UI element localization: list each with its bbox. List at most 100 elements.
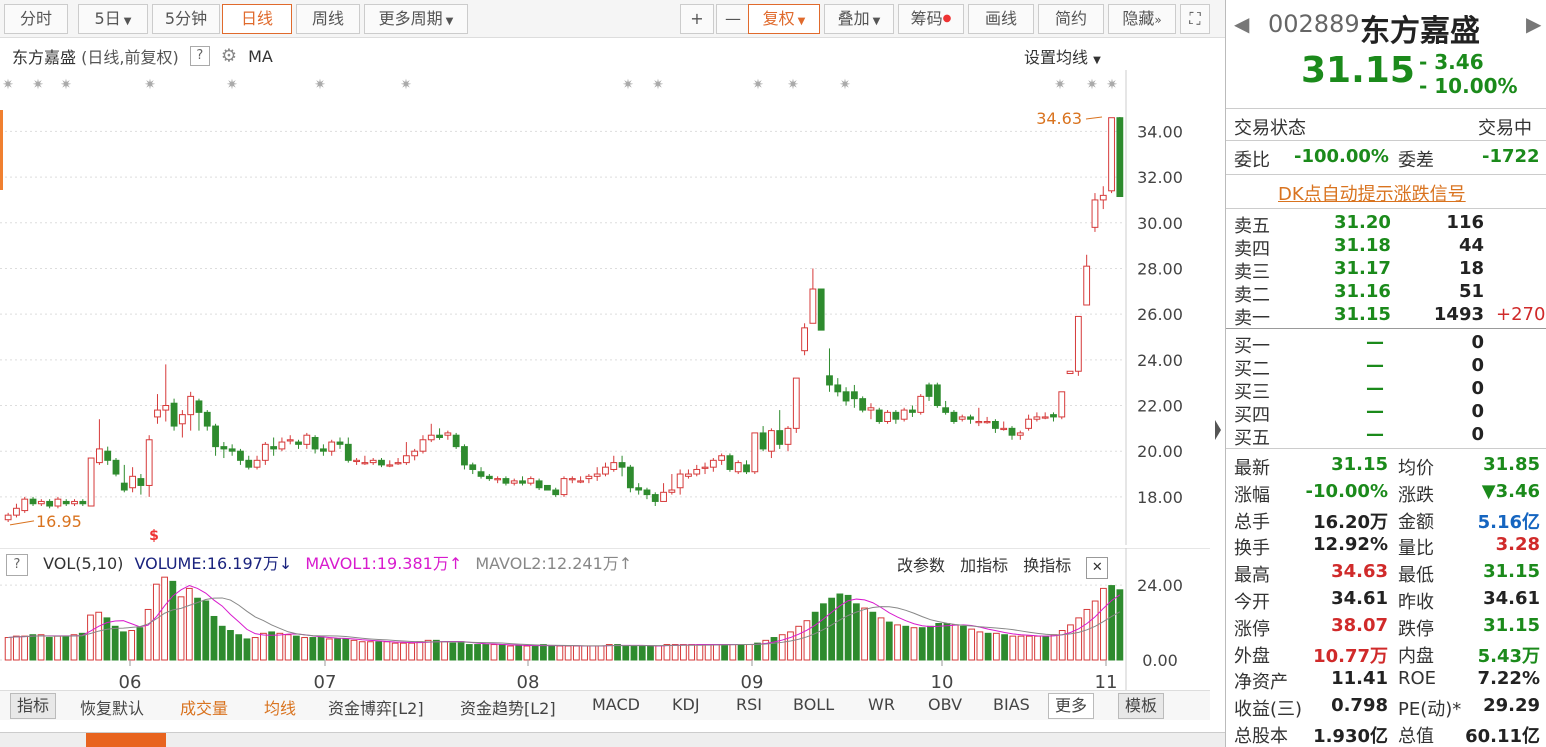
- stat-value: 38.07: [1331, 614, 1388, 636]
- y-tick-label: 34.00: [1137, 122, 1183, 141]
- volume-bar: [1025, 635, 1033, 661]
- overlay-button[interactable]: 叠加 ▼: [824, 4, 894, 34]
- volume-bar: [260, 632, 267, 661]
- volume-bar: [894, 624, 901, 661]
- zoom-in-button[interactable]: +: [680, 4, 714, 34]
- volume-bar: [622, 645, 630, 661]
- candle: [884, 410, 891, 424]
- candle: [104, 446, 112, 465]
- candle: [801, 323, 808, 356]
- candle: [552, 487, 560, 497]
- bottom-tab-active[interactable]: [86, 733, 166, 747]
- help-icon[interactable]: ?: [189, 46, 210, 66]
- period-more[interactable]: 更多周期 ▼: [364, 4, 468, 34]
- ind-more[interactable]: 更多: [1048, 693, 1095, 719]
- volume-bar: [927, 625, 934, 661]
- candle: [344, 437, 352, 463]
- volume-bar: [70, 634, 78, 661]
- candle: [560, 476, 568, 497]
- ind-boll[interactable]: BOLL: [793, 695, 834, 714]
- candlestick-chart[interactable]: 34.00 32.00 30.00 28.00 26.00 24.00 22.00 20.00…: [0, 70, 1210, 545]
- ind-macd[interactable]: MACD: [592, 695, 640, 714]
- candle: [494, 476, 502, 484]
- ind-bias[interactable]: BIAS: [993, 695, 1030, 714]
- volume-bar: [29, 634, 37, 661]
- draw-button[interactable]: 画线: [968, 4, 1034, 34]
- volume-bar: [325, 638, 333, 661]
- ind-restore-default[interactable]: 恢复默认: [80, 695, 144, 719]
- ind-rsi[interactable]: RSI: [736, 695, 762, 714]
- volume-bar: [284, 634, 292, 661]
- ask-volume: 44: [1458, 235, 1484, 256]
- volume-bar: [169, 580, 177, 661]
- stat-label: 换手: [1234, 538, 1270, 560]
- candle: [958, 414, 966, 422]
- volume-bar: [984, 632, 992, 661]
- adjust-button[interactable]: 复权 ▼: [748, 4, 820, 34]
- prev-stock-icon[interactable]: ◀: [1234, 12, 1249, 36]
- period-weekly[interactable]: 周线: [296, 4, 360, 34]
- candle: [320, 444, 327, 456]
- volume-bar: [581, 645, 588, 661]
- period-5min[interactable]: 5分钟: [152, 4, 220, 34]
- volume-bar: [564, 645, 572, 661]
- volume-bar: [680, 644, 687, 661]
- volume-bar: [490, 644, 498, 661]
- ind-wr[interactable]: WR: [868, 695, 895, 714]
- volume-bar: [836, 593, 844, 661]
- event-marker-icon: ✷: [60, 77, 72, 93]
- edit-params-button[interactable]: 改参数: [897, 556, 945, 575]
- event-marker-icon: ✷: [1054, 77, 1066, 93]
- ask-change: +270: [1496, 304, 1546, 325]
- ind-obv[interactable]: OBV: [928, 695, 962, 714]
- chips-button[interactable]: 筹码●: [898, 4, 964, 34]
- bid-label: 买五: [1234, 428, 1270, 449]
- volume-bar: [342, 638, 350, 661]
- gear-icon[interactable]: ⚙: [221, 46, 237, 67]
- volume-bar: [1001, 634, 1008, 661]
- candle: [875, 407, 883, 424]
- next-stock-icon[interactable]: ▶: [1526, 12, 1541, 36]
- x-tick-label: 06: [119, 672, 142, 690]
- candle: [693, 464, 701, 477]
- stat-label: 今开: [1234, 592, 1270, 613]
- candle: [743, 460, 750, 475]
- fullscreen-icon[interactable]: ⛶: [1180, 4, 1210, 34]
- simple-button[interactable]: 简约: [1038, 4, 1104, 34]
- dk-signal-link[interactable]: DK点自动提示涨跌信号: [1278, 180, 1466, 206]
- ask-price: 31.15: [1334, 304, 1391, 325]
- volume-bar: [235, 634, 243, 661]
- switch-indicator-button[interactable]: 换指标: [1023, 556, 1071, 575]
- trade-status-label: 交易状态: [1234, 118, 1306, 139]
- period-daily[interactable]: 日线: [222, 4, 292, 34]
- period-5day[interactable]: 5日 ▼: [78, 4, 148, 34]
- hide-button[interactable]: 隐藏»: [1108, 4, 1176, 34]
- stat-label: 内盘: [1398, 645, 1434, 667]
- vol-y-tick-label: 24.00: [1137, 576, 1183, 595]
- candle: [1099, 186, 1107, 210]
- vol-help-icon[interactable]: ?: [6, 553, 28, 576]
- candle: [668, 474, 676, 495]
- volume-bar: [655, 645, 663, 661]
- ind-volume[interactable]: 成交量: [180, 695, 228, 719]
- ind-template[interactable]: 模板: [1118, 693, 1165, 719]
- stat-value: ▼3.46: [1481, 480, 1540, 502]
- candle: [909, 405, 916, 417]
- close-icon[interactable]: ✕: [1086, 557, 1109, 579]
- period-intraday[interactable]: 分时: [4, 4, 68, 34]
- stat-value: 1.930亿: [1313, 726, 1388, 747]
- ind-kdj[interactable]: KDJ: [672, 695, 700, 714]
- ind-ma[interactable]: 均线: [264, 695, 296, 719]
- stat-label: 总股本: [1234, 726, 1288, 747]
- ind-indicator[interactable]: 指标: [10, 693, 57, 719]
- panel-collapse-handle[interactable]: [1212, 410, 1224, 450]
- ind-capital-game[interactable]: 资金博弈[L2]: [328, 695, 424, 719]
- ind-capital-trend[interactable]: 资金趋势[L2]: [460, 695, 556, 719]
- candle: [933, 382, 941, 408]
- stat-value: 31.15: [1483, 561, 1540, 583]
- volume-bar: [136, 627, 144, 661]
- y-tick-label: 24.00: [1137, 351, 1183, 370]
- add-indicator-button[interactable]: 加指标: [960, 556, 1008, 575]
- zoom-out-button[interactable]: —: [716, 4, 750, 34]
- candle: [444, 430, 452, 440]
